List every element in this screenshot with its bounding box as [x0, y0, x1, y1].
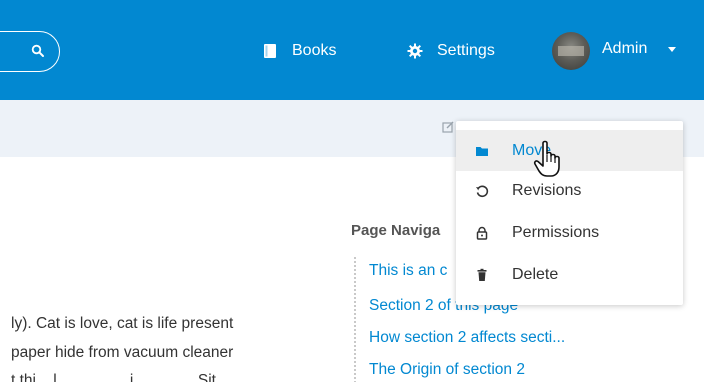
permissions-menu-item[interactable]: Permissions	[456, 212, 683, 253]
app-root: Books Settings Admin ly). Cat is love, c…	[0, 0, 704, 382]
delete-menu-item[interactable]: Delete	[456, 254, 683, 295]
search-icon[interactable]	[31, 44, 45, 58]
hand-pointer-icon	[533, 140, 560, 177]
nav-books-label: Books	[292, 42, 337, 59]
page-nav-link[interactable]: This is an c	[369, 262, 447, 280]
nav-books-link[interactable]: Books	[262, 40, 336, 62]
lock-icon	[476, 226, 488, 240]
page-actions-dropdown: Move Revisions Permissions Delete	[456, 121, 683, 305]
revisions-label: Revisions	[512, 181, 582, 199]
nav-settings-link[interactable]: Settings	[407, 40, 495, 62]
top-header: Books Settings Admin	[0, 0, 704, 100]
gear-icon	[407, 43, 423, 59]
move-menu-item[interactable]: Move	[456, 130, 683, 171]
search-input[interactable]	[0, 31, 60, 72]
delete-label: Delete	[512, 265, 559, 283]
user-menu-label[interactable]: Admin	[602, 40, 647, 58]
page-body-text: paper hide from vacuum cleaner	[11, 344, 234, 361]
nav-settings-label: Settings	[437, 42, 495, 59]
book-icon	[264, 44, 276, 58]
history-icon	[476, 185, 489, 197]
page-nav-link[interactable]: The Origin of section 2	[369, 361, 525, 379]
chevron-down-icon[interactable]	[668, 47, 676, 52]
permissions-label: Permissions	[512, 223, 600, 241]
edit-icon[interactable]	[442, 121, 454, 133]
trash-icon	[477, 268, 487, 281]
revisions-menu-item[interactable]: Revisions	[456, 170, 683, 211]
avatar[interactable]	[552, 32, 590, 70]
page-navigation-divider	[354, 257, 356, 382]
page-nav-link[interactable]: How section 2 affects secti...	[369, 329, 565, 347]
page-body-text: ly). Cat is love, cat is life present	[11, 315, 234, 332]
page-body-text: t thi... l ... ... ... ... i ... ... ...…	[11, 372, 229, 382]
folder-icon	[476, 146, 488, 156]
page-navigation-title: Page Naviga	[351, 222, 441, 239]
